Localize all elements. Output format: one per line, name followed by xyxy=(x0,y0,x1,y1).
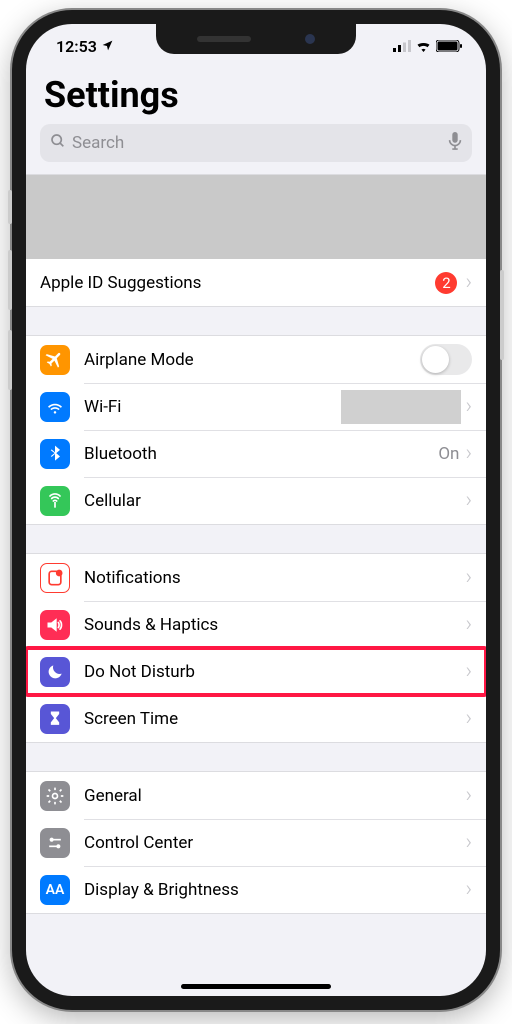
cell-signal-icon xyxy=(393,40,411,52)
text-size-icon: AA xyxy=(40,875,70,905)
wifi-label: Wi-Fi xyxy=(84,397,341,417)
sounds-icon xyxy=(40,610,70,640)
do-not-disturb-label: Do Not Disturb xyxy=(84,662,465,682)
notifications-label: Notifications xyxy=(84,568,465,588)
cellular-icon xyxy=(40,486,70,516)
search-input[interactable]: Search xyxy=(40,124,472,162)
display-brightness-label: Display & Brightness xyxy=(84,880,465,900)
chevron-right-icon: › xyxy=(465,396,472,418)
cellular-row[interactable]: Cellular › xyxy=(26,477,486,524)
search-icon xyxy=(50,133,66,154)
page-title: Settings xyxy=(26,68,486,124)
dictate-icon[interactable] xyxy=(448,132,462,155)
general-row[interactable]: General › xyxy=(26,772,486,819)
do-not-disturb-row[interactable]: Do Not Disturb › xyxy=(26,648,486,695)
gear-icon xyxy=(40,781,70,811)
chevron-right-icon: › xyxy=(465,272,472,294)
battery-icon xyxy=(436,40,462,52)
notifications-row[interactable]: Notifications › xyxy=(26,554,486,601)
display-brightness-row[interactable]: AA Display & Brightness › xyxy=(26,866,486,913)
screen-time-label: Screen Time xyxy=(84,709,465,729)
phone-volume-down xyxy=(8,330,12,390)
phone-volume-up xyxy=(8,250,12,310)
wifi-icon xyxy=(40,392,70,422)
wifi-row[interactable]: Wi-Fi › xyxy=(26,383,486,430)
moon-icon xyxy=(40,657,70,687)
chevron-right-icon: › xyxy=(465,785,472,807)
search-placeholder: Search xyxy=(72,133,442,153)
location-icon xyxy=(101,37,114,56)
chevron-right-icon: › xyxy=(465,661,472,683)
notch xyxy=(156,24,356,54)
apple-id-suggestions-label: Apple ID Suggestions xyxy=(40,273,435,293)
screen: 12:53 Settings Sea xyxy=(26,24,486,996)
chevron-right-icon: › xyxy=(465,567,472,589)
status-time: 12:53 xyxy=(56,37,97,56)
sliders-icon xyxy=(40,828,70,858)
home-indicator[interactable] xyxy=(181,984,331,989)
control-center-row[interactable]: Control Center › xyxy=(26,819,486,866)
bluetooth-label: Bluetooth xyxy=(84,444,438,464)
notifications-icon xyxy=(40,563,70,593)
bluetooth-row[interactable]: Bluetooth On › xyxy=(26,430,486,477)
chevron-right-icon: › xyxy=(465,614,472,636)
airplane-mode-toggle[interactable] xyxy=(420,344,472,375)
chevron-right-icon: › xyxy=(465,879,472,901)
phone-frame: 12:53 Settings Sea xyxy=(12,10,500,1010)
bluetooth-value: On xyxy=(438,444,459,464)
wifi-signal-icon xyxy=(415,40,432,52)
sounds-row[interactable]: Sounds & Haptics › xyxy=(26,601,486,648)
airplane-mode-label: Airplane Mode xyxy=(84,350,420,370)
apple-id-card-redacted[interactable] xyxy=(26,175,486,259)
phone-silent-switch xyxy=(8,190,12,224)
chevron-right-icon: › xyxy=(465,443,472,465)
general-label: General xyxy=(84,786,465,806)
cellular-label: Cellular xyxy=(84,491,465,511)
bluetooth-icon xyxy=(40,439,70,469)
phone-power-button xyxy=(500,270,504,360)
hourglass-icon xyxy=(40,704,70,734)
chevron-right-icon: › xyxy=(465,832,472,854)
airplane-mode-row[interactable]: Airplane Mode xyxy=(26,336,486,383)
apple-id-suggestions-row[interactable]: Apple ID Suggestions 2 › xyxy=(26,259,486,306)
wifi-value-redacted xyxy=(341,390,461,424)
control-center-label: Control Center xyxy=(84,833,465,853)
chevron-right-icon: › xyxy=(465,708,472,730)
chevron-right-icon: › xyxy=(465,490,472,512)
airplane-icon xyxy=(40,345,70,375)
apple-id-suggestions-badge: 2 xyxy=(435,272,457,294)
sounds-label: Sounds & Haptics xyxy=(84,615,465,635)
screen-time-row[interactable]: Screen Time › xyxy=(26,695,486,742)
